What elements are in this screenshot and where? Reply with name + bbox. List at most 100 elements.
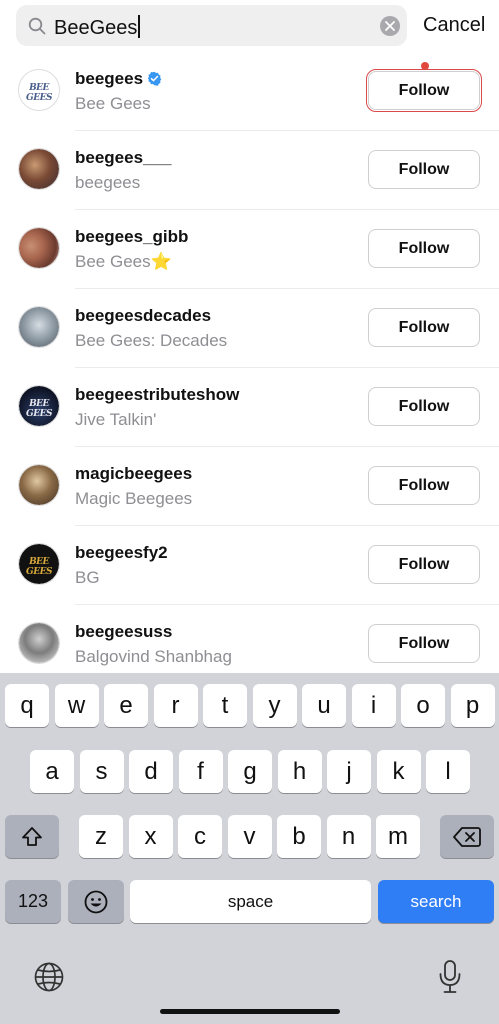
key-n[interactable]: n (326, 815, 371, 858)
backspace-icon (453, 826, 481, 847)
key-u[interactable]: u (302, 684, 346, 727)
search-key[interactable]: search (378, 880, 494, 923)
space-key[interactable]: space (130, 880, 371, 923)
microphone-icon[interactable] (437, 959, 463, 1000)
username[interactable]: beegeesuss (75, 622, 172, 642)
key-j[interactable]: j (327, 750, 371, 793)
full-name: Bee Gees⭐ (75, 252, 172, 271)
username[interactable]: beegeestributeshow (75, 385, 239, 405)
username[interactable]: beegees (75, 69, 162, 89)
full-name: Jive Talkin' (75, 410, 157, 429)
clear-search-button[interactable] (380, 16, 400, 36)
key-b[interactable]: b (277, 815, 321, 858)
avatar-image (19, 623, 59, 663)
shift-key[interactable] (5, 815, 59, 858)
full-name: Balgovind Shanbhag (75, 647, 232, 666)
notification-dot (421, 62, 429, 70)
avatar[interactable]: BEE GEES (18, 543, 60, 585)
key-x[interactable]: x (128, 815, 173, 858)
full-name: Magic Beegees (75, 489, 193, 508)
full-name: BG (75, 568, 100, 587)
globe-icon[interactable] (33, 961, 65, 998)
key-q[interactable]: q (5, 684, 49, 727)
follow-button[interactable]: Follow (368, 466, 480, 505)
avatar-logo-text: BEE GEES (26, 83, 52, 103)
key-h[interactable]: h (277, 750, 322, 793)
avatar[interactable] (18, 306, 60, 348)
verified-badge-icon (147, 71, 162, 86)
result-row-magicbeegees[interactable]: magicbeegees Magic Beegees Follow (0, 447, 499, 526)
follow-button[interactable]: Follow (368, 545, 480, 584)
avatar[interactable] (18, 227, 60, 269)
key-z[interactable]: z (79, 815, 123, 858)
key-s[interactable]: s (79, 750, 124, 793)
result-row-beegeesdecades[interactable]: beegeesdecades Bee Gees: Decades Follow (0, 289, 499, 368)
key-i[interactable]: i (351, 684, 396, 727)
username[interactable]: beegees___ (75, 148, 171, 168)
result-row-beegeesuss[interactable]: beegeesuss Balgovind Shanbhag Follow (0, 605, 499, 674)
avatar-image (19, 307, 59, 347)
key-f[interactable]: f (178, 750, 223, 793)
follow-button[interactable]: Follow (368, 150, 480, 189)
search-query-text: BeeGees (54, 15, 141, 40)
username-text: beegeesdecades (75, 306, 212, 325)
avatar[interactable] (18, 464, 60, 506)
search-row: BeeGees Cancel (0, 0, 499, 54)
avatar[interactable] (18, 622, 60, 664)
key-t[interactable]: t (203, 684, 247, 727)
result-row-beegees_gibb[interactable]: beegees_gibb Bee Gees⭐ Follow (0, 210, 499, 289)
username-text: beegees_gibb (75, 227, 189, 246)
username[interactable]: beegeesdecades (75, 306, 211, 326)
key-y[interactable]: y (252, 684, 297, 727)
key-o[interactable]: o (401, 684, 445, 727)
key-m[interactable]: m (376, 815, 420, 858)
key-e[interactable]: e (104, 684, 148, 727)
key-p[interactable]: p (450, 684, 495, 727)
result-row-beegeestributeshow[interactable]: BEE GEES beegeestributeshow Jive Talkin' Fo… (0, 368, 499, 447)
key-d[interactable]: d (129, 750, 173, 793)
avatar[interactable]: BEE GEES (18, 69, 60, 111)
result-row-beegeesfy2[interactable]: BEE GEES beegeesfy2 BG Follow (0, 526, 499, 605)
avatar-image (19, 228, 59, 268)
follow-button[interactable]: Follow (368, 308, 480, 347)
username-text: beegeestributeshow (75, 385, 240, 404)
emoji-key[interactable] (68, 880, 124, 923)
key-v[interactable]: v (227, 815, 272, 858)
username[interactable]: magicbeegees (75, 464, 192, 484)
shift-icon (22, 826, 42, 846)
numbers-key[interactable]: 123 (5, 880, 61, 923)
backspace-key[interactable] (440, 815, 494, 858)
follow-button[interactable]: Follow (368, 624, 480, 663)
clear-icon (385, 21, 395, 31)
avatar-logo-text: BEE GEES (26, 399, 52, 419)
full-name: Bee Gees: Decades (75, 331, 228, 350)
follow-button[interactable]: Follow (366, 69, 482, 112)
search-results-list: BEE GEES beegees Bee Gees Follow beegees___ b… (0, 52, 499, 674)
cancel-button[interactable]: Cancel (423, 14, 485, 37)
result-row-beegees___[interactable]: beegees___beegees Follow (0, 131, 499, 210)
key-c[interactable]: c (178, 815, 222, 858)
result-row-beegees[interactable]: BEE GEES beegees Bee Gees Follow (0, 52, 499, 131)
avatar[interactable] (18, 148, 60, 190)
username-text: magicbeegees (75, 464, 193, 483)
username-text: beegeesfy2 (75, 543, 168, 562)
username[interactable]: beegeesfy2 (75, 543, 168, 563)
username-text: beegeesuss (75, 622, 173, 641)
full-name: beegees (75, 173, 141, 192)
username-text: beegees___ (75, 148, 172, 167)
key-w[interactable]: w (54, 684, 99, 727)
follow-button[interactable]: Follow (368, 387, 480, 426)
home-indicator[interactable] (160, 1009, 340, 1014)
avatar[interactable]: BEE GEES (18, 385, 60, 427)
follow-button[interactable]: Follow (368, 229, 480, 268)
search-input[interactable]: BeeGees (16, 5, 407, 46)
search-icon (28, 17, 46, 35)
key-g[interactable]: g (228, 750, 272, 793)
key-r[interactable]: r (153, 684, 198, 727)
key-a[interactable]: a (30, 750, 74, 793)
full-name: Bee Gees (75, 94, 151, 113)
key-k[interactable]: k (376, 750, 421, 793)
key-l[interactable]: l (426, 750, 470, 793)
avatar-image (19, 149, 59, 189)
username[interactable]: beegees_gibb (75, 227, 188, 247)
